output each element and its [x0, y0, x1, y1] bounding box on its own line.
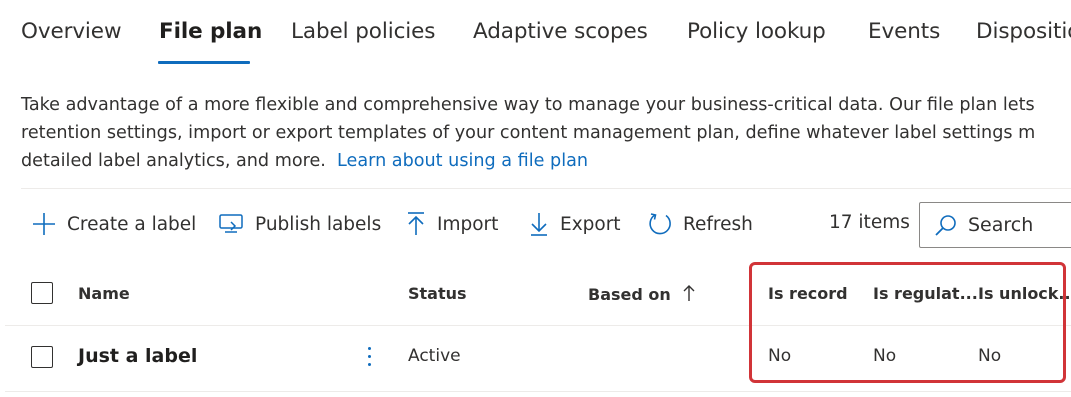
divider — [21, 188, 1071, 189]
tab-disposition[interactable]: Dispositio — [976, 19, 1071, 44]
import-icon — [408, 212, 424, 235]
tab-label-policies[interactable]: Label policies — [291, 19, 436, 44]
refresh-text: Refresh — [683, 213, 753, 235]
export-button[interactable]: Export — [528, 209, 621, 239]
learn-more-link[interactable]: Learn about using a file plan — [337, 151, 588, 171]
label-name[interactable]: Just a label — [78, 345, 197, 367]
table-header: Name Status Based on Is record Is regula… — [0, 265, 1071, 325]
cell-is-regulatory: No — [873, 346, 897, 366]
refresh-button[interactable]: Refresh — [647, 209, 753, 239]
file-plan-page: Overview File plan Label policies Adapti… — [0, 0, 1071, 397]
export-text: Export — [560, 213, 621, 235]
cell-status: Active — [408, 346, 461, 366]
row-divider — [5, 391, 1071, 392]
cell-is-unlocked: No — [978, 346, 1002, 366]
description-line-1: Take advantage of a more flexible and co… — [21, 95, 1035, 115]
selected-tab-indicator — [158, 61, 250, 64]
tab-bar: Overview File plan Label policies Adapti… — [0, 0, 1071, 68]
page-description: Take advantage of a more flexible and co… — [21, 91, 1071, 175]
tab-file-plan[interactable]: File plan — [159, 19, 262, 44]
column-header-based-on-label: Based on — [588, 285, 671, 304]
column-header-name[interactable]: Name — [78, 284, 130, 303]
row-divider — [5, 325, 1071, 326]
tab-policy-lookup[interactable]: Policy lookup — [687, 19, 826, 44]
more-options-icon[interactable] — [363, 344, 375, 372]
publish-labels-button[interactable]: Publish labels — [218, 209, 381, 239]
import-text: Import — [437, 213, 499, 235]
publish-labels-text: Publish labels — [255, 213, 382, 235]
tab-adaptive-scopes[interactable]: Adaptive scopes — [473, 19, 648, 44]
refresh-icon — [649, 213, 671, 235]
sort-ascending-icon — [683, 285, 695, 301]
plus-icon — [33, 213, 55, 235]
tab-events[interactable]: Events — [868, 19, 940, 44]
create-label-text: Create a label — [67, 213, 197, 235]
description-line-2: retention settings, import or export tem… — [21, 123, 1036, 143]
select-all-checkbox[interactable] — [31, 282, 53, 304]
cell-is-record: No — [768, 346, 792, 366]
search-icon — [935, 215, 956, 236]
row-checkbox[interactable] — [31, 346, 53, 368]
search-placeholder: Search — [968, 214, 1034, 236]
description-line-3: detailed label analytics, and more. Lear… — [21, 147, 1071, 175]
tab-overview[interactable]: Overview — [21, 19, 122, 44]
description-line-3-text: detailed label analytics, and more. — [21, 151, 326, 171]
column-header-is-record[interactable]: Is record — [768, 284, 848, 303]
column-header-is-regulatory[interactable]: Is regulat... — [873, 284, 978, 303]
column-header-is-unlocked[interactable]: Is unlock... — [978, 284, 1071, 303]
publish-icon — [219, 214, 243, 233]
column-header-based-on[interactable]: Based on — [588, 284, 696, 304]
create-label-button[interactable]: Create a label — [31, 209, 196, 239]
column-header-status[interactable]: Status — [408, 284, 467, 303]
search-input[interactable]: Search — [919, 202, 1071, 248]
items-count: 17 items — [829, 212, 910, 233]
table-row[interactable]: Just a label Active No No No — [0, 327, 1071, 387]
export-icon — [531, 213, 547, 236]
import-button[interactable]: Import — [405, 209, 498, 239]
